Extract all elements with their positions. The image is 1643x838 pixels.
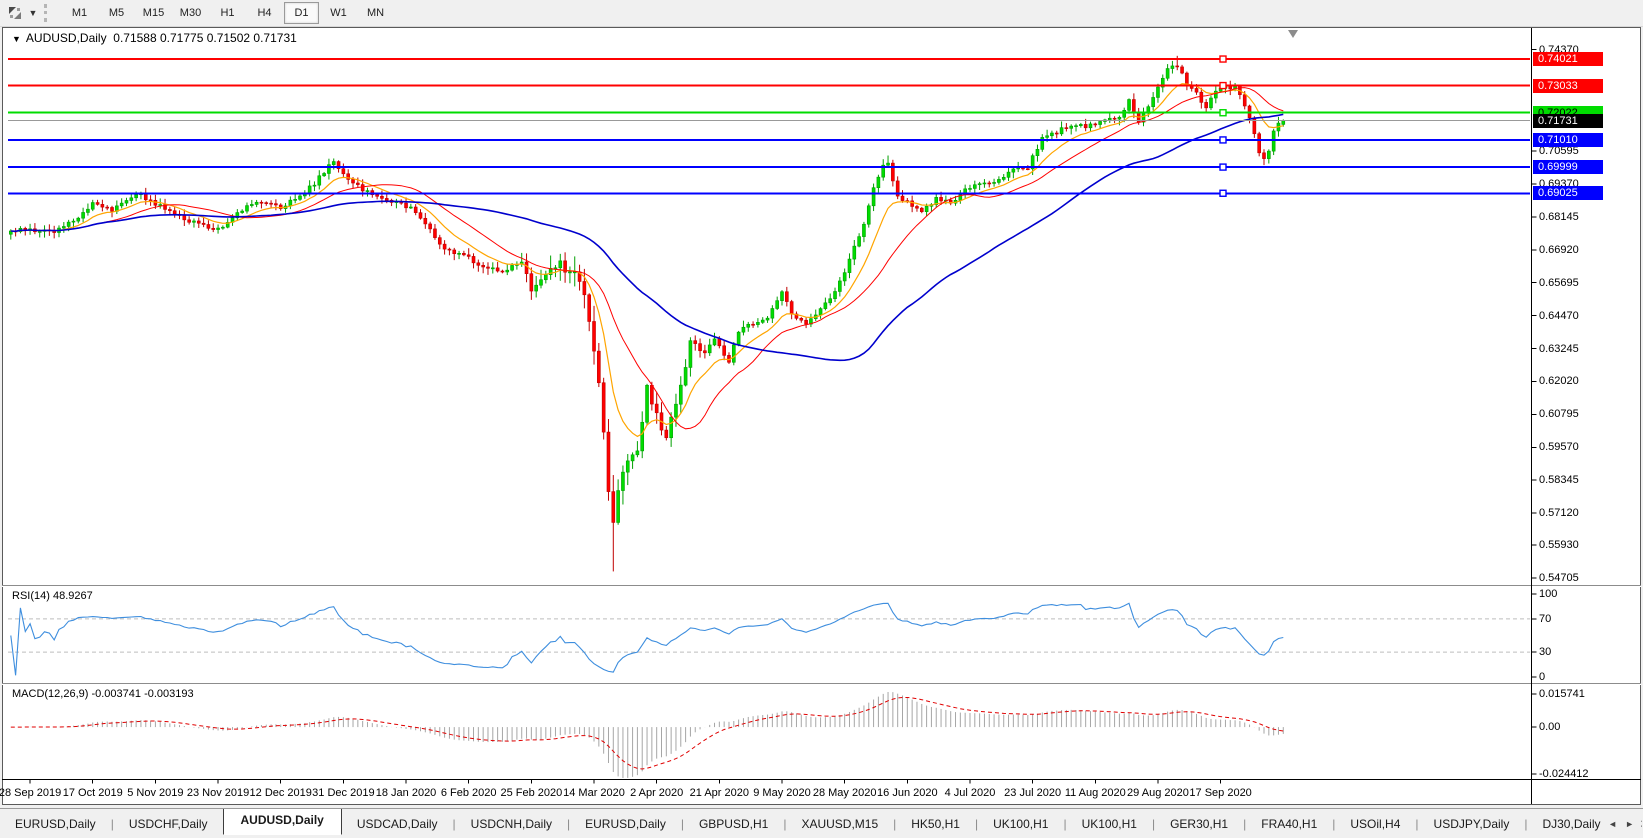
chart-tab-audusd-daily[interactable]: AUDUSD,Daily [222,809,342,835]
timeframe-button-h1[interactable]: H1 [210,2,245,24]
chart-tab-fra40-h1[interactable]: FRA40,H1 [1246,813,1332,835]
chart-tab-usdchf-daily[interactable]: USDCHF,Daily [114,813,223,835]
chart-tab-xauusd-m15[interactable]: XAUUSD,M15 [786,813,893,835]
chart-tab-ger30-h1[interactable]: GER30,H1 [1155,813,1243,835]
chart-tools-icon[interactable] [4,3,26,23]
symbol-dropdown-icon[interactable]: ▼ [12,34,21,44]
tab-scroll-left-icon[interactable]: ◄ [1604,816,1621,832]
timeframe-button-m15[interactable]: M15 [136,2,171,24]
chart-tabs: EURUSD,Daily | USDCHF,Daily AUDUSD,Daily USD… [0,809,1643,838]
tab-scroll-arrows: ◄ ► [1601,809,1641,838]
chart-title[interactable]: ▼ AUDUSD,Daily 0.71588 0.71775 0.71502 0.… [12,31,297,45]
chart-ohlc-values: 0.71588 0.71775 0.71502 0.71731 [113,31,297,45]
chart-tab-usdjpy-daily[interactable]: USDJPY,Daily [1419,813,1525,835]
chart-tab-usdcad-daily[interactable]: USDCAD,Daily [342,813,453,835]
timeframe-button-m1[interactable]: M1 [62,2,97,24]
chart-tab-uk100-h1[interactable]: UK100,H1 [1067,813,1152,835]
chart-tab-usdcnh-daily[interactable]: USDCNH,Daily [456,813,567,835]
timeframe-toolbar: ▼ M1 M5 M15 M30 H1 H4 D1 W1 MN [0,0,1643,27]
timeframe-button-w1[interactable]: W1 [321,2,356,24]
pane-divider-rsi[interactable] [2,583,1641,588]
tab-scroll-right-icon[interactable]: ► [1621,816,1638,832]
timeframe-button-mn[interactable]: MN [358,2,393,24]
chart-symbol: AUDUSD,Daily [25,31,107,45]
chart-tab-gbpusd-h1[interactable]: GBPUSD,H1 [684,813,783,835]
chart-tabbar: EURUSD,Daily | USDCHF,Daily AUDUSD,Daily USD… [0,808,1643,838]
timeframe-button-m5[interactable]: M5 [99,2,134,24]
chart-tab-hk50-h1[interactable]: HK50,H1 [896,813,975,835]
timeframe-buttons: M1 M5 M15 M30 H1 H4 D1 W1 MN [61,2,394,24]
rsi-label[interactable]: RSI(14) 48.9267 [12,590,93,602]
chart-tab-eurusd-daily[interactable]: EURUSD,Daily [570,813,681,835]
timeframe-button-m30[interactable]: M30 [173,2,208,24]
chart-tab-uk100-h1[interactable]: UK100,H1 [978,813,1063,835]
timeframe-button-d1[interactable]: D1 [284,2,319,24]
chevron-down-icon[interactable]: ▼ [26,8,40,18]
pane-divider-macd[interactable] [2,681,1641,686]
mt4-terminal: ▼ M1 M5 M15 M30 H1 H4 D1 W1 MN ▼ AUDUSD,Daily 0.7… [0,0,1643,838]
macd-label[interactable]: MACD(12,26,9) -0.003741 -0.003193 [12,688,194,700]
toolbar-grip[interactable] [44,4,55,22]
chart-window[interactable] [2,27,1641,805]
chart-tab-usoil-h4[interactable]: USOil,H4 [1335,813,1415,835]
timeframe-button-h4[interactable]: H4 [247,2,282,24]
chart-tab-eurusd-daily[interactable]: EURUSD,Daily [0,813,111,835]
